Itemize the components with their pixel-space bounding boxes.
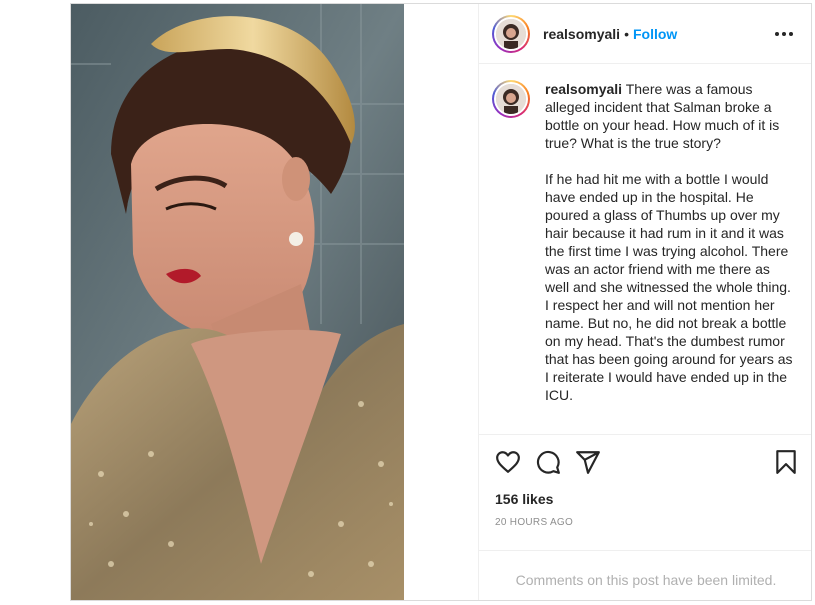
post-photo-image (71, 4, 404, 600)
more-options-icon[interactable] (775, 26, 795, 42)
post-timestamp[interactable]: 20 HOURS AGO (495, 517, 573, 528)
caption-username[interactable]: realsomyali (545, 81, 622, 97)
share-icon[interactable] (575, 449, 601, 475)
post-username[interactable]: realsomyali (543, 26, 620, 42)
bookmark-icon[interactable] (773, 449, 799, 475)
post-photo[interactable] (71, 4, 404, 600)
comments-limited-notice: Comments on this post have been limited. (479, 550, 811, 600)
caption-text: realsomyali There was a famous alleged i… (545, 80, 795, 404)
avatar-image (496, 19, 526, 49)
page-background (0, 0, 70, 605)
caption-avatar[interactable] (492, 80, 530, 118)
separator-dot: • (624, 26, 629, 42)
action-bar: 156 likes 20 HOURS AGO (479, 434, 811, 550)
follow-button[interactable]: Follow (633, 26, 677, 42)
post-side-panel: realsomyali • Follow realsomyali There was… (478, 4, 811, 600)
post-dialog: realsomyali • Follow realsomyali There was… (70, 3, 812, 601)
caption-body: There was a famous alleged incident that… (545, 81, 793, 403)
likes-count[interactable]: 156 likes (495, 491, 553, 507)
heart-icon[interactable] (495, 449, 521, 475)
caption-avatar-image (496, 84, 526, 114)
caption-area: realsomyali There was a famous alleged i… (479, 64, 811, 434)
avatar[interactable] (492, 15, 530, 53)
post-header: realsomyali • Follow (479, 4, 811, 64)
comment-icon[interactable] (535, 449, 561, 475)
